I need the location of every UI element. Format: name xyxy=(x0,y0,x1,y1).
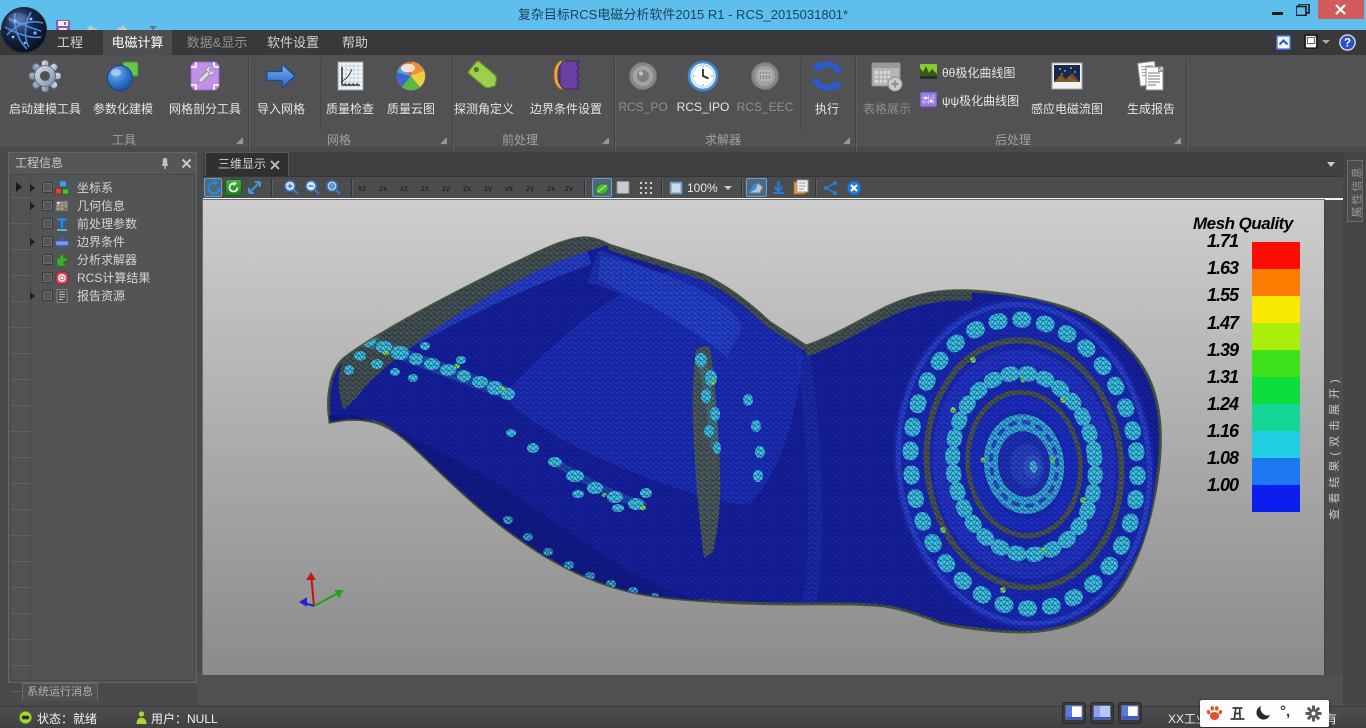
svg-text:?: ? xyxy=(1344,38,1351,50)
